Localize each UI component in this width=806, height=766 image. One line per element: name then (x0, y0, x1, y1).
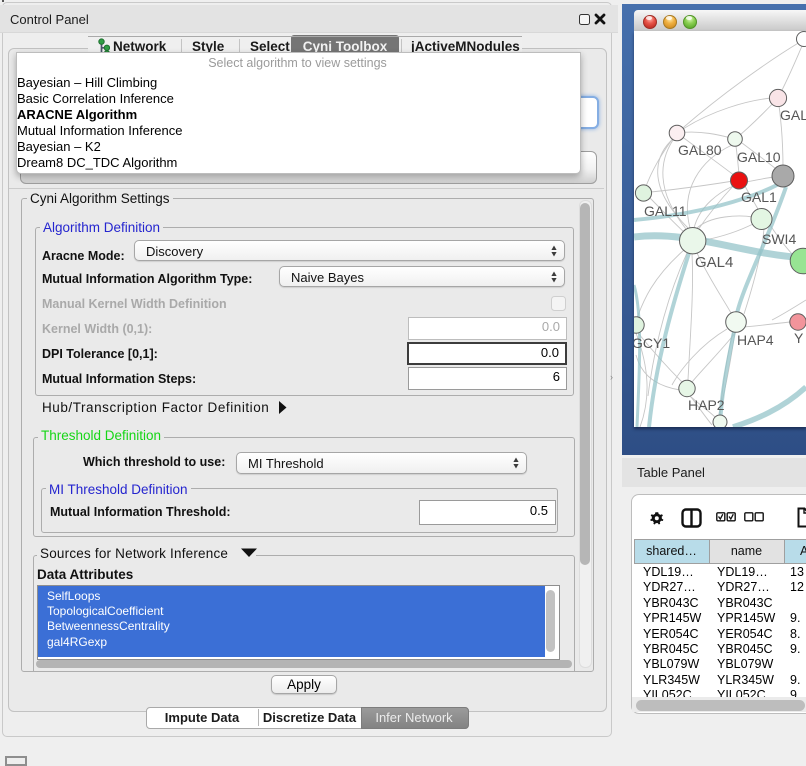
svg-text:GAL80: GAL80 (678, 142, 722, 158)
svg-text:HAP2: HAP2 (688, 397, 725, 413)
svg-text:GAL10: GAL10 (737, 149, 781, 165)
svg-text:HAP4: HAP4 (737, 332, 774, 348)
svg-text:GAL1: GAL1 (741, 189, 777, 205)
svg-text:GAL4: GAL4 (695, 254, 733, 271)
svg-text:SWI4: SWI4 (762, 231, 796, 247)
svg-text:GCY1: GCY1 (634, 335, 670, 351)
svg-text:GAL: GAL (780, 107, 806, 123)
svg-text:Y: Y (794, 330, 804, 346)
svg-text:GAL11: GAL11 (644, 203, 687, 219)
